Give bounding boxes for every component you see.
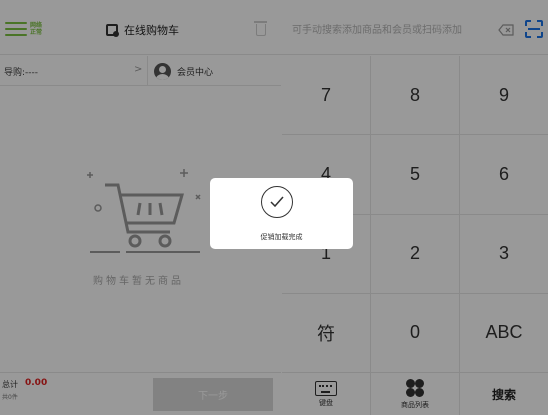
- check-circle-icon: [261, 186, 293, 218]
- toast-dialog: 促销加载完成: [210, 178, 353, 249]
- toast-message: 促销加载完成: [260, 233, 303, 241]
